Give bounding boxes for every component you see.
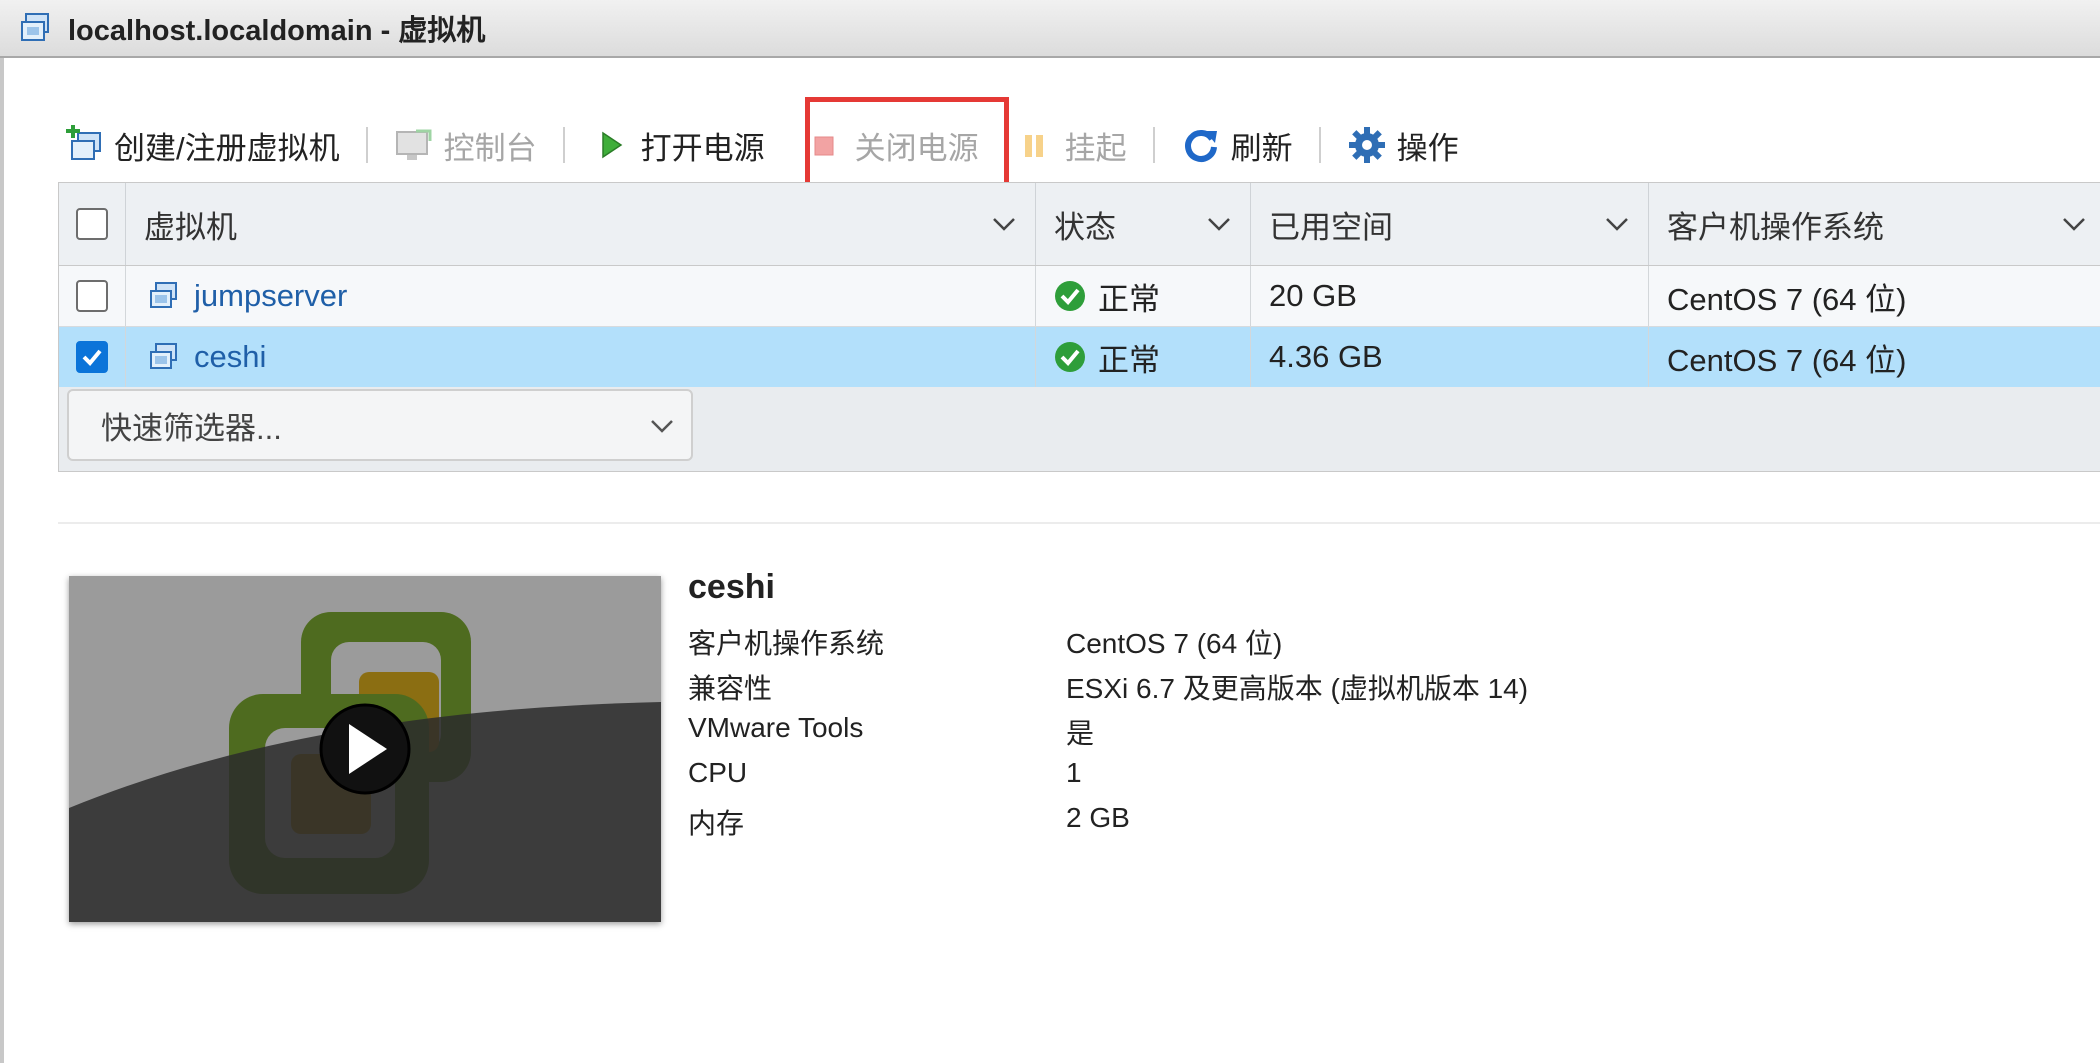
vm-name-link[interactable]: jumpserver <box>194 278 347 314</box>
window-left-border <box>0 58 4 1063</box>
suspend-label: 挂起 <box>1064 130 1127 166</box>
column-header-status[interactable]: 状态 <box>1036 183 1251 265</box>
vm-name-link[interactable]: ceshi <box>194 339 266 375</box>
status-ok-icon <box>1055 342 1085 372</box>
console-icon <box>395 129 432 160</box>
guest-os-cell: CentOS 7 (64 位) <box>1649 266 2100 326</box>
column-header-used-space[interactable]: 已用空间 <box>1251 183 1649 265</box>
refresh-icon <box>1184 130 1217 162</box>
column-header-label: 客户机操作系统 <box>1667 209 1884 245</box>
detail-label-cpu: CPU <box>688 757 748 788</box>
status-cell: 正常 <box>1036 266 1251 326</box>
create-vm-icon <box>66 125 101 160</box>
column-header-vm[interactable]: 虚拟机 <box>126 183 1036 265</box>
used-space-value: 20 GB <box>1269 278 1357 313</box>
row-select-cell <box>59 266 126 326</box>
table-row[interactable]: ceshi 正常 4.36 GB CentOS 7 (64 位) 未 <box>59 327 2100 387</box>
row-select-cell <box>59 327 126 387</box>
actions-button[interactable]: 操作 <box>1347 123 1459 168</box>
row-checkbox[interactable] <box>76 341 108 373</box>
select-all-checkbox[interactable] <box>76 208 108 240</box>
chevron-down-icon <box>651 420 673 433</box>
chevron-down-icon[interactable] <box>1206 211 1232 237</box>
used-space-value: 4.36 GB <box>1269 339 1383 374</box>
create-register-vm-label: 创建/注册虚拟机 <box>114 130 340 166</box>
chevron-down-icon[interactable] <box>1604 211 1630 237</box>
detail-label-vmware-tools: VMware Tools <box>688 712 864 743</box>
column-header-label: 状态 <box>1054 209 1116 245</box>
column-header-guest-os[interactable]: 客户机操作系统 <box>1649 183 2100 265</box>
detail-value-guest-os: CentOS 7 (64 位) <box>1066 628 1283 659</box>
quick-filter-dropdown[interactable]: 快速筛选器... <box>67 389 693 461</box>
console-label: 控制台 <box>443 130 537 166</box>
vm-console-thumbnail[interactable] <box>69 576 661 922</box>
detail-label-memory: 内存 <box>688 808 745 839</box>
column-header-label: 虚拟机 <box>144 209 237 245</box>
refresh-label: 刷新 <box>1230 130 1293 166</box>
row-checkbox[interactable] <box>76 280 108 312</box>
guest-os-cell: CentOS 7 (64 位) <box>1649 327 2100 387</box>
detail-value-memory: 2 GB <box>1066 802 1130 833</box>
status-cell: 正常 <box>1036 327 1251 387</box>
select-all-cell <box>59 183 126 265</box>
section-divider <box>58 522 2100 524</box>
toolbar-separator <box>562 127 565 163</box>
chevron-down-icon[interactable] <box>2061 211 2087 237</box>
column-header-label: 已用空间 <box>1269 209 1393 245</box>
gear-icon <box>1348 127 1385 163</box>
pause-icon <box>1024 135 1043 157</box>
vm-name-cell: ceshi <box>126 327 1036 387</box>
vm-name-cell: jumpserver <box>126 266 1036 326</box>
power-on-button[interactable]: 打开电源 <box>591 123 765 168</box>
actions-label: 操作 <box>1396 130 1459 166</box>
window-title: localhost.localdomain - 虚拟机 <box>68 15 486 47</box>
toolbar: 创建/注册虚拟机 控制台 打开电源 关闭电源 挂起 刷新 操作 <box>64 118 1459 172</box>
table-row[interactable]: jumpserver 正常 20 GB CentOS 7 (64 位) 未 <box>59 266 2100 327</box>
vmware-logo-icon <box>69 576 661 922</box>
toolbar-separator <box>1152 127 1155 163</box>
detail-value-vmware-tools: 是 <box>1066 718 1095 749</box>
vm-detail-name: ceshi <box>688 568 775 606</box>
vm-icon <box>150 343 177 369</box>
create-register-vm-button[interactable]: 创建/注册虚拟机 <box>64 123 340 168</box>
status-text: 正常 <box>1098 281 1160 317</box>
checkmark-icon <box>82 349 102 366</box>
chevron-down-icon[interactable] <box>991 211 1017 237</box>
used-space-cell: 20 GB <box>1251 266 1649 326</box>
status-text: 正常 <box>1098 342 1160 378</box>
refresh-button[interactable]: 刷新 <box>1181 123 1293 168</box>
quick-filter-placeholder: 快速筛选器... <box>101 410 282 446</box>
status-ok-icon <box>1055 281 1085 311</box>
toolbar-separator <box>1318 127 1321 163</box>
play-icon <box>601 131 622 159</box>
guest-os-value: CentOS 7 (64 位) <box>1667 342 1907 378</box>
detail-label-compatibility: 兼容性 <box>688 673 773 704</box>
vm-icon <box>21 13 49 41</box>
console-button[interactable]: 控制台 <box>394 123 537 168</box>
detail-value-cpu: 1 <box>1066 757 1082 788</box>
toolbar-separator <box>365 127 368 163</box>
used-space-cell: 4.36 GB <box>1251 327 1649 387</box>
detail-value-compatibility: ESXi 6.7 及更高版本 (虚拟机版本 14) <box>1066 673 1529 704</box>
vm-icon <box>150 282 177 308</box>
guest-os-value: CentOS 7 (64 位) <box>1667 281 1907 317</box>
suspend-button[interactable]: 挂起 <box>1015 123 1127 168</box>
detail-label-guest-os: 客户机操作系统 <box>688 628 885 659</box>
vm-table: 虚拟机 状态 已用空间 客户机操作系统 主 jumps <box>58 182 2100 472</box>
window-titlebar: localhost.localdomain - 虚拟机 <box>0 0 2100 58</box>
table-header: 虚拟机 状态 已用空间 客户机操作系统 主 <box>59 183 2100 266</box>
power-on-label: 打开电源 <box>640 130 765 166</box>
